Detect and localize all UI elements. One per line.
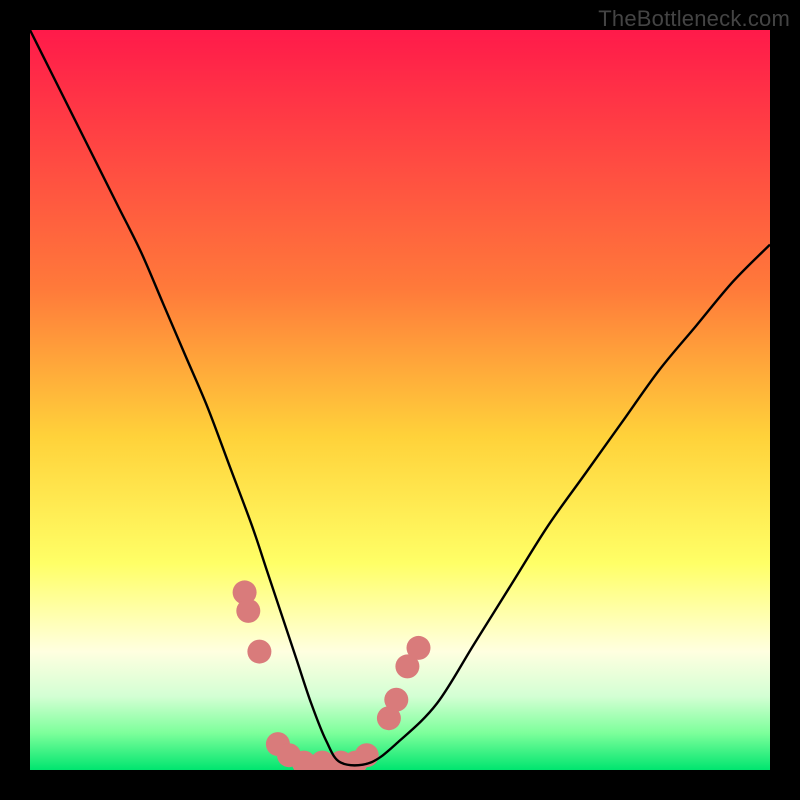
chart-svg	[30, 30, 770, 770]
data-marker	[247, 640, 271, 664]
data-marker	[236, 599, 260, 623]
data-marker	[407, 636, 431, 660]
data-marker	[384, 688, 408, 712]
chart-frame: TheBottleneck.com	[0, 0, 800, 800]
plot-area	[30, 30, 770, 770]
watermark-text: TheBottleneck.com	[598, 6, 790, 32]
